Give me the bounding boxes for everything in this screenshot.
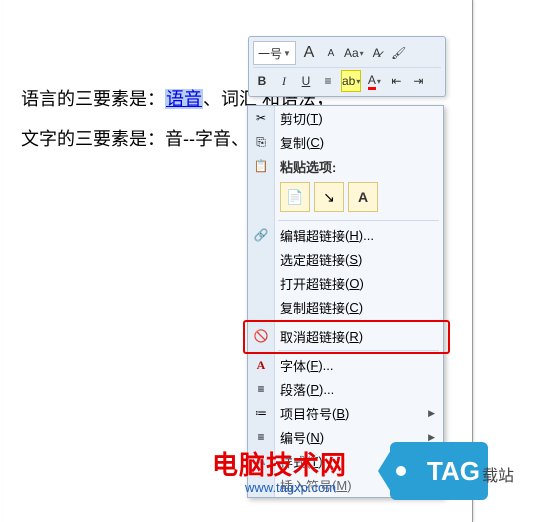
grow-font-button[interactable]: A — [300, 43, 318, 63]
menu-copy-hyperlink[interactable]: 复制超链接(C) — [248, 295, 443, 319]
context-menu: ✂ 剪切(T) ⎘ 复制(C) 📋 粘贴选项: 📄 ↘ A 🔗 编辑超链接(H)… — [247, 105, 444, 498]
text-line1-pre: 语言的三要素是： — [21, 89, 165, 109]
hyperlink-text[interactable]: 语音 — [165, 89, 203, 109]
paste-text-only[interactable]: A — [348, 182, 378, 212]
menu-cut[interactable]: ✂ 剪切(T) — [248, 106, 443, 130]
tag-badge: TAG — [390, 442, 488, 500]
tag-text: TAG — [427, 456, 480, 487]
font-icon: A — [252, 356, 270, 374]
bullets-icon: ≔ — [252, 404, 270, 422]
clear-format-button[interactable]: A̷ — [368, 43, 386, 63]
paste-keep-source[interactable]: 📄 — [280, 182, 310, 212]
mini-toolbar: 一号▼ A A Aa▾ A̷ 🖌 B I U ≡ ab▾ A▾ ⇤ ⇥ — [248, 36, 446, 97]
font-size-select[interactable]: 一号▼ — [253, 41, 296, 65]
copy-icon: ⎘ — [252, 133, 270, 151]
menu-bullets[interactable]: ≔ 项目符号(B) ▶ — [248, 401, 443, 425]
bold-button[interactable]: B — [253, 71, 271, 91]
format-painter-icon[interactable]: 🖌 — [390, 43, 408, 63]
menu-select-hyperlink[interactable]: 选定超链接(S) — [248, 247, 443, 271]
watermark-url: www.tagxp.com — [245, 480, 336, 495]
cut-icon: ✂ — [252, 109, 270, 127]
watermark-title: 电脑技术网 — [212, 445, 347, 482]
shrink-font-button[interactable]: A — [322, 43, 340, 63]
menu-font[interactable]: A 字体(F)... — [248, 353, 443, 377]
underline-button[interactable]: U — [297, 71, 315, 91]
submenu-arrow-icon: ▶ — [428, 432, 435, 443]
menu-copy[interactable]: ⎘ 复制(C) — [248, 130, 443, 154]
menu-open-hyperlink[interactable]: 打开超链接(O) — [248, 271, 443, 295]
indent-decrease-button[interactable]: ⇤ — [387, 71, 405, 91]
menu-paragraph[interactable]: ≡ 段落(P)... — [248, 377, 443, 401]
font-color-button[interactable]: A▾ — [365, 71, 383, 91]
submenu-arrow-icon: ▶ — [428, 408, 435, 419]
side-text: 载站 — [482, 462, 514, 486]
paste-icon: 📋 — [252, 157, 270, 175]
change-case-button[interactable]: Aa▾ — [344, 43, 364, 63]
paste-options-row: 📄 ↘ A — [248, 178, 443, 218]
align-center-button[interactable]: ≡ — [319, 71, 337, 91]
menu-remove-hyperlink[interactable]: 🚫 取消超链接(R) — [248, 324, 443, 348]
highlight-button[interactable]: ab▾ — [341, 70, 361, 92]
italic-button[interactable]: I — [275, 71, 293, 91]
indent-increase-button[interactable]: ⇥ — [409, 71, 427, 91]
paragraph-icon: ≡ — [252, 380, 270, 398]
paste-merge[interactable]: ↘ — [314, 182, 344, 212]
numbering-icon: ≡ — [252, 428, 270, 446]
link-remove-icon: 🚫 — [252, 327, 270, 345]
menu-edit-hyperlink[interactable]: 🔗 编辑超链接(H)... — [248, 223, 443, 247]
link-edit-icon: 🔗 — [252, 226, 270, 244]
menu-paste-header: 📋 粘贴选项: — [248, 154, 443, 178]
